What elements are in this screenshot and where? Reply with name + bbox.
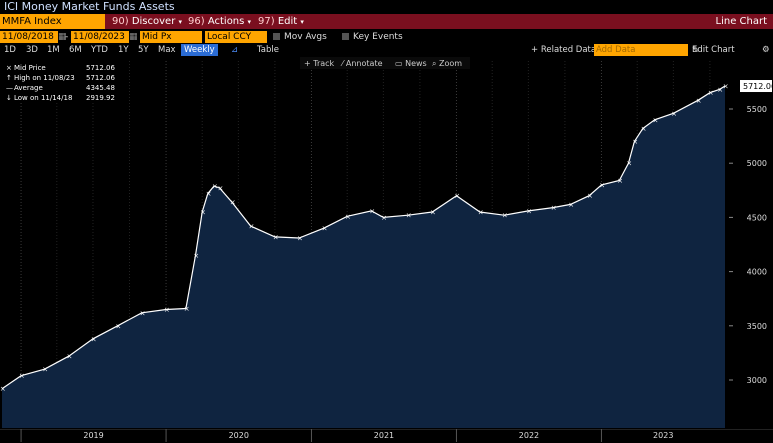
high-icon: ↑ [6, 74, 12, 82]
data-point: × [322, 225, 328, 233]
low-icon: ↓ [6, 94, 12, 102]
data-point: × [273, 233, 279, 241]
data-point: × [200, 208, 206, 216]
data-point: × [430, 208, 436, 216]
legend-value: 4345.48 [86, 84, 115, 92]
y-tick-label: 4000 [747, 268, 767, 277]
data-point: × [184, 305, 190, 313]
data-point: × [617, 177, 623, 185]
data-point: × [632, 138, 638, 146]
crosshair-icon: + [304, 59, 313, 68]
data-point: × [551, 204, 557, 212]
chart-toolbar: + Track ⁄ Annotate ▭ News ⌕ Zoom [300, 57, 475, 69]
last-value-text: 5712.06 [743, 82, 773, 91]
legend-value: 5712.06 [86, 64, 115, 72]
x-axis [0, 429, 773, 443]
data-point: × [206, 190, 212, 198]
data-point: × [193, 252, 199, 260]
data-point: × [217, 185, 223, 193]
legend-value: 5712.06 [86, 74, 115, 82]
average-icon: — [6, 84, 13, 92]
y-tick-label: 5500 [747, 105, 767, 114]
annotate-button[interactable]: ⁄ Annotate [340, 59, 383, 68]
data-point: × [67, 353, 73, 361]
y-tick-label: 4500 [747, 213, 767, 222]
data-point: × [478, 208, 484, 216]
data-point: × [248, 223, 254, 231]
data-point: × [526, 207, 532, 215]
data-point: × [230, 199, 236, 207]
data-point: × [502, 212, 508, 220]
news-button-label: News [405, 59, 427, 68]
data-point: × [297, 234, 303, 242]
data-point: × [587, 192, 593, 200]
data-point: × [671, 110, 677, 118]
data-point: × [369, 207, 375, 215]
annotate-button-label: Annotate [346, 59, 383, 68]
zoom-icon: ⌕ [432, 59, 439, 68]
data-point: × [42, 366, 48, 374]
data-point: × [652, 116, 658, 124]
zoom-button-label: Zoom [439, 59, 462, 68]
data-point: × [164, 306, 170, 314]
data-point: × [0, 385, 6, 393]
last-value-label: 5712.06 [740, 80, 773, 92]
legend-marker-icon: × [6, 64, 12, 72]
y-axis: 3000 3500 4000 4500 5000 5500 [729, 105, 767, 385]
y-tick-label: 3000 [747, 376, 767, 385]
data-point: × [626, 160, 632, 168]
news-icon: ▭ [395, 59, 405, 68]
data-point: × [91, 335, 97, 343]
y-tick-label: 5000 [747, 159, 767, 168]
data-point: × [381, 214, 387, 222]
data-point: × [641, 125, 647, 133]
data-point: × [19, 372, 25, 380]
track-button-label: Track [312, 59, 334, 68]
data-point: × [723, 83, 729, 91]
data-point: × [115, 322, 121, 330]
area-fill [2, 86, 725, 428]
data-point: × [454, 192, 460, 200]
data-point: × [708, 89, 714, 97]
legend-label: Low on 11/14/18 [14, 94, 72, 102]
news-button[interactable]: ▭ News [395, 59, 427, 68]
y-tick-label: 3500 [747, 322, 767, 331]
legend: × Mid Price 5712.06 ↑ High on 11/08/23 5… [2, 61, 124, 103]
legend-label: Average [14, 84, 43, 92]
data-point: × [345, 213, 351, 221]
legend-label: Mid Price [14, 64, 46, 72]
track-button[interactable]: + Track [304, 59, 335, 68]
data-point: × [406, 212, 412, 220]
data-point: × [568, 201, 574, 209]
legend-value: 2919.92 [86, 94, 115, 102]
data-point: × [599, 181, 605, 189]
data-point: × [140, 309, 146, 317]
zoom-button[interactable]: ⌕ Zoom [432, 59, 462, 68]
data-point: × [696, 97, 702, 105]
legend-label: High on 11/08/23 [14, 74, 75, 82]
